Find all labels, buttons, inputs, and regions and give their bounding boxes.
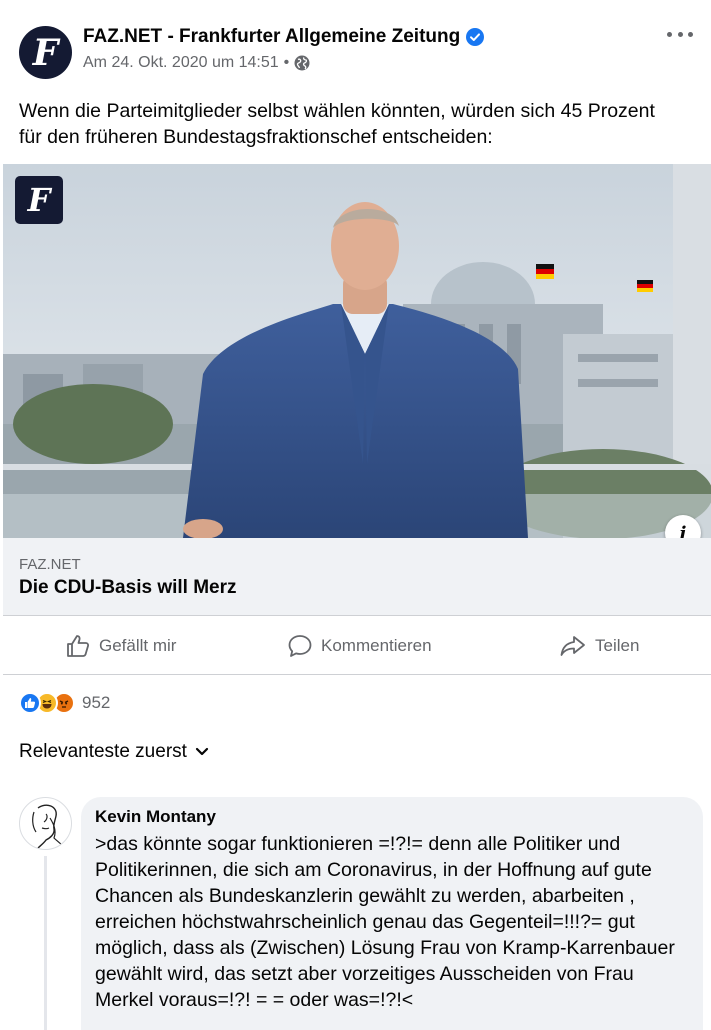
article-photo <box>3 164 711 538</box>
comment-label: Kommentieren <box>321 636 432 655</box>
page-avatar[interactable]: F <box>19 26 72 79</box>
faz-logo-glyph: F <box>27 181 51 219</box>
post-meta: Am 24. Okt. 2020 um 14:51 • <box>83 54 310 72</box>
reply-thread-line <box>44 856 47 1030</box>
post-timestamp[interactable]: Am 24. Okt. 2020 um 14:51 <box>83 54 279 72</box>
faz-logo-overlay: F <box>15 176 63 224</box>
sketch-face-icon <box>32 804 65 849</box>
reaction-count: 952 <box>82 693 111 712</box>
globe-icon <box>294 55 310 71</box>
share-label: Teilen <box>595 636 640 655</box>
post-header: F FAZ.NET - Frankfurter Allgemeine Zeitu… <box>0 0 711 90</box>
meta-separator: • <box>283 54 290 71</box>
link-domain: FAZ.NET <box>19 556 81 573</box>
post-text: Wenn die Parteimitglieder selbst wählen … <box>19 100 655 148</box>
chevron-down-icon <box>195 747 209 756</box>
like-label: Gefällt mir <box>99 636 177 655</box>
like-button[interactable]: Gefällt mir <box>65 631 176 661</box>
reactions-summary[interactable]: 952 <box>19 691 110 715</box>
link-caption[interactable]: FAZ.NET Die CDU-Basis will Merz <box>3 538 711 616</box>
thumbs-up-icon <box>67 635 90 657</box>
comment-icon <box>288 635 312 657</box>
more-options-icon[interactable] <box>667 24 693 44</box>
comment-bubble: Kevin Montany >das könnte sogar funktion… <box>81 797 703 1030</box>
commenter-name[interactable]: Kevin Montany <box>95 807 689 827</box>
comment-text: >das könnte sogar funktionieren =!?!= de… <box>95 833 675 1011</box>
share-button[interactable]: Teilen <box>559 631 639 661</box>
share-icon <box>560 636 585 656</box>
faz-logo-glyph: F <box>32 31 59 74</box>
page-name-row: FAZ.NET - Frankfurter Allgemeine Zeitung <box>83 26 485 48</box>
link-preview-image[interactable]: F <box>3 164 711 538</box>
page-name[interactable]: FAZ.NET - Frankfurter Allgemeine Zeitung <box>83 26 460 48</box>
link-title: Die CDU-Basis will Merz <box>19 577 237 598</box>
commenter-avatar[interactable] <box>19 797 72 850</box>
comment-button[interactable]: Kommentieren <box>287 631 432 661</box>
sort-label: Relevanteste zuerst <box>19 741 187 762</box>
like-reaction-icon <box>19 692 41 714</box>
comment-sort-dropdown[interactable]: Relevanteste zuerst <box>19 741 209 763</box>
post-actions: Gefällt mir Kommentieren Teilen <box>3 617 711 675</box>
verified-badge-icon <box>466 28 485 46</box>
